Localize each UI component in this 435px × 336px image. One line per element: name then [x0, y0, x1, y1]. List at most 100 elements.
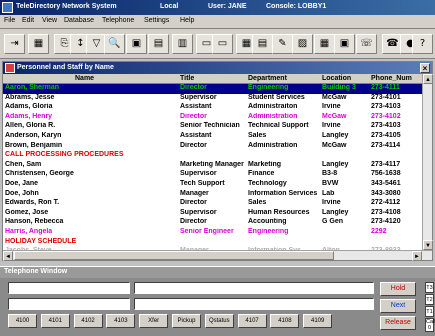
cell-title: Tech Support — [180, 179, 225, 187]
menu-settings[interactable]: Settings — [144, 17, 169, 24]
menu-database[interactable]: Database — [64, 17, 94, 24]
calculator-icon[interactable]: ▤ — [252, 34, 273, 54]
cell-phone: 273-4120 — [371, 218, 401, 226]
close-icon[interactable]: × — [420, 63, 430, 73]
table-row[interactable]: Chen, Sam Marketing Manager Marketing Langl… — [3, 161, 422, 171]
table-row[interactable]: Brown, Benjamin Director Administration McG… — [3, 142, 422, 152]
find-next-icon[interactable]: ▣ — [126, 34, 147, 54]
phone-key-4103[interactable]: 4103 — [106, 314, 136, 328]
cell-title: Senior Technician — [180, 122, 240, 130]
trunk-badge-t2: T2 — [425, 294, 434, 305]
console-label: Console: LOBBY1 — [266, 3, 327, 10]
cell-name: Hanson, Rebecca — [5, 218, 64, 226]
column-header-location[interactable]: Location — [322, 75, 351, 82]
cell-title: Director — [180, 141, 207, 149]
table-row[interactable]: Gomez, Jose Supervisor Human Resources Lang… — [3, 209, 422, 219]
calendar-icon[interactable]: ▣ — [334, 34, 355, 54]
call-count-badge: Call 0 — [425, 318, 435, 332]
table-row[interactable]: Christensen, George Supervisor Finance B3-8… — [3, 170, 422, 180]
cell-title: Director — [180, 84, 207, 91]
scroll-right-icon[interactable]: ► — [412, 251, 422, 261]
caller-field-2[interactable] — [8, 298, 130, 310]
help-icon[interactable]: ? — [412, 34, 433, 54]
phone-key-4102[interactable]: 4102 — [73, 314, 103, 328]
phone-key-4101[interactable]: 4101 — [40, 314, 70, 328]
table-row[interactable]: Doe, Jane Tech Support Technology BVW 343-54… — [3, 180, 422, 190]
cell-location: Irvine — [322, 199, 341, 207]
phone-key-pickup[interactable]: Pickup — [172, 314, 201, 328]
form-b-icon[interactable]: ▭ — [212, 34, 233, 54]
scroll-down-icon[interactable]: ▼ — [423, 240, 433, 250]
table-row[interactable]: Abrams, Jesse Supervisor Student Services M… — [3, 94, 422, 104]
eraser-icon[interactable]: ✎ — [272, 34, 293, 54]
phone-key-xfer[interactable]: Xfer — [139, 314, 169, 328]
table-icon[interactable]: ▥ — [172, 34, 193, 54]
phone-key-4108[interactable]: 4108 — [270, 314, 300, 328]
column-header-phone[interactable]: Phone_Num — [371, 75, 412, 82]
cell-name: Doe, Jane — [5, 179, 39, 187]
horizontal-scrollbar[interactable]: ◄ ► — [3, 250, 432, 261]
table-row[interactable]: CALL PROCESSING PROCEDURES — [3, 151, 422, 161]
enter-icon[interactable]: ⇥ — [4, 34, 25, 54]
menu-edit[interactable]: Edit — [22, 17, 34, 24]
scroll-thumb[interactable] — [14, 251, 334, 260]
caller-info-field-2[interactable] — [134, 298, 374, 310]
phone-key-4100[interactable]: 4100 — [8, 314, 37, 328]
release-button[interactable]: Release — [380, 316, 416, 330]
cell-name: Gomez, Jose — [5, 208, 49, 216]
cell-department: Sales — [248, 131, 267, 139]
table-row[interactable]: Allen, Gloria R. Senior Technician Technic… — [3, 122, 422, 132]
phone-key-4107[interactable]: 4107 — [237, 314, 267, 328]
table-row[interactable]: Adams, Henry Director Administration McGaw 2… — [3, 113, 422, 123]
caller-info-field-1[interactable] — [134, 282, 374, 294]
telephone-window-title-bar: Telephone Window — [0, 267, 435, 278]
cell-location: Langley — [322, 131, 349, 139]
cell-title: Supervisor — [180, 208, 217, 216]
caller-field-1[interactable] — [8, 282, 130, 294]
table-row[interactable]: Harris, Angela Senior Engineer Engineering… — [3, 228, 422, 238]
cell-name: CALL PROCESSING PROCEDURES — [5, 151, 124, 159]
column-header-department[interactable]: Department — [248, 75, 287, 82]
cell-name: HOLIDAY SCHEDULE — [5, 237, 77, 245]
table-row[interactable]: Hanson, Rebecca Director Accounting G Gen 27… — [3, 218, 422, 228]
cell-department: Administration — [248, 112, 298, 120]
cell-department: Engineering — [248, 227, 289, 235]
directory-grid: Name Title Department Location Phone_Num… — [3, 74, 422, 250]
vertical-scrollbar[interactable]: ▲ ▼ — [422, 74, 433, 250]
grid-icon[interactable]: ▦ — [28, 34, 49, 54]
table-row[interactable]: Adams, Gloria Assistant Administraiton Irvi… — [3, 103, 422, 113]
cell-phone: 273-4103 — [371, 103, 401, 111]
scroll-left-icon[interactable]: ◄ — [3, 251, 13, 261]
column-header-title[interactable]: Title — [180, 75, 194, 82]
cell-name: Aaron, Sherman — [5, 84, 60, 91]
column-header-name[interactable]: Name — [75, 75, 94, 82]
cell-name: Harris, Angela — [5, 227, 53, 235]
menu-telephone[interactable]: Telephone — [102, 17, 134, 24]
next-button[interactable]: Next — [380, 299, 416, 313]
menu-view[interactable]: View — [42, 17, 57, 24]
cell-name: Allen, Gloria R. — [5, 122, 56, 130]
cell-location: Building 3 — [322, 84, 356, 91]
cell-location: McGaw — [322, 141, 347, 149]
menu-file[interactable]: File — [4, 17, 15, 24]
cell-department: Technology — [248, 179, 287, 187]
table-row[interactable]: Aaron, Sherman Director Engineering Buildin… — [3, 84, 422, 94]
menu-help[interactable]: Help — [180, 17, 194, 24]
cell-location: G Gen — [322, 218, 344, 226]
table-row[interactable]: Doe, John Manager Information Services Lab 3… — [3, 190, 422, 200]
table-row[interactable]: Edwards, Ron T. Director Sales Irvine 272-41… — [3, 199, 422, 209]
hold-button[interactable]: Hold — [380, 282, 416, 296]
log-icon[interactable]: ▤ — [148, 34, 169, 54]
phone-key-qstatus[interactable]: Qstatus — [204, 314, 234, 328]
phone-key-4109[interactable]: 4109 — [303, 314, 333, 328]
scroll-up-icon[interactable]: ▲ — [423, 74, 433, 84]
page-icon[interactable]: ▦ — [314, 34, 335, 54]
table-row[interactable]: HOLIDAY SCHEDULE — [3, 238, 422, 248]
cell-name: Doe, John — [5, 189, 39, 197]
image-icon[interactable]: ▨ — [292, 34, 313, 54]
table-row[interactable]: Anderson, Karyn Assistant Sales Langley 273-… — [3, 132, 422, 142]
call-icon[interactable]: ☏ — [356, 34, 377, 54]
app-icon — [2, 2, 13, 13]
grid-rows: Aaron, Sherman Director Engineering Buildin… — [3, 84, 422, 250]
find-icon[interactable]: 🔍 — [104, 34, 125, 54]
